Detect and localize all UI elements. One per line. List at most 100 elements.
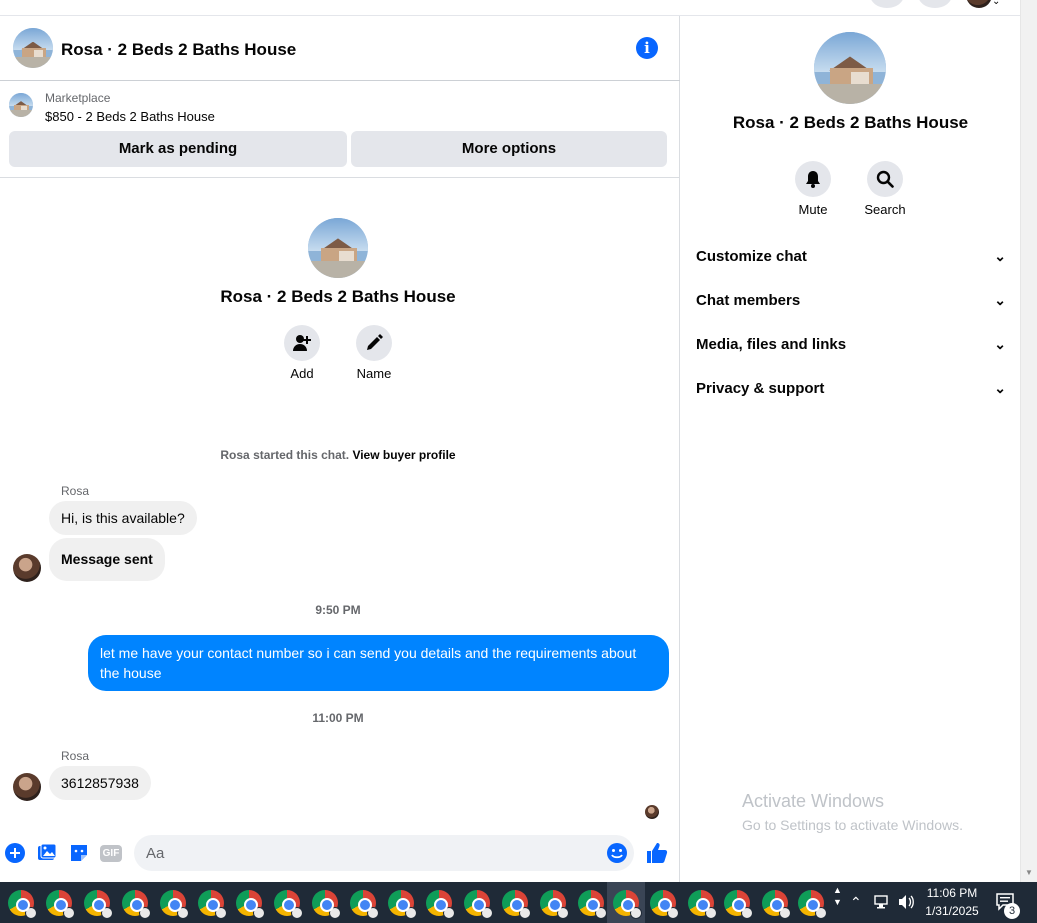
chrome-icon[interactable] (312, 890, 341, 919)
sender-avatar[interactable] (13, 773, 41, 801)
chat-panel: Rosa · 2 Beds 2 Baths House i Marketplac… (0, 16, 680, 882)
chat-started-text: Rosa started this chat. (220, 448, 350, 462)
sticker-icon[interactable] (68, 842, 90, 864)
section-chat-members[interactable]: Chat members ⌄ (696, 292, 1006, 312)
search-icon (876, 170, 894, 188)
section-title: Chat members (696, 292, 801, 309)
section-title: Customize chat (696, 248, 807, 265)
chrome-icon[interactable] (46, 890, 75, 919)
bell-icon (806, 171, 820, 188)
section-privacy-support[interactable]: Privacy & support ⌄ (696, 380, 1006, 400)
chevron-down-icon: ⌄ (994, 380, 1006, 396)
intro-avatar (308, 218, 368, 278)
listing-title[interactable]: $850 - 2 Beds 2 Baths House (45, 109, 215, 124)
search-label: Search (864, 202, 906, 217)
windows-taskbar: ▲ ▼ ⌃ 11:06 PM 1/31/2025 3 (0, 882, 1037, 923)
chrome-icon[interactable] (613, 890, 642, 919)
thumbs-up-icon[interactable] (645, 841, 669, 865)
network-icon[interactable] (874, 894, 892, 915)
chrome-icon[interactable] (578, 890, 607, 919)
incoming-message[interactable]: Hi, is this available? (49, 501, 197, 535)
incoming-message[interactable]: 3612857938 (49, 766, 151, 800)
chrome-icon[interactable] (688, 890, 717, 919)
top-strip: ⌄ (0, 0, 1020, 16)
chrome-icon[interactable] (464, 890, 493, 919)
add-people-button[interactable] (284, 325, 320, 361)
search-button[interactable] (867, 161, 903, 197)
chat-title[interactable]: Rosa · 2 Beds 2 Baths House (61, 40, 296, 60)
gif-label: GIF (99, 844, 123, 862)
section-title: Media, files and links (696, 336, 847, 353)
chrome-icon[interactable] (274, 890, 303, 919)
chrome-icon[interactable] (388, 890, 417, 919)
conversation-details-panel: Rosa · 2 Beds 2 Baths House Mute Search … (681, 16, 1020, 882)
profile-avatar[interactable] (966, 0, 992, 8)
activate-windows-subtitle: Go to Settings to activate Windows. (742, 817, 963, 833)
sender-avatar[interactable] (13, 554, 41, 582)
chat-avatar[interactable] (13, 28, 53, 68)
chrome-icon[interactable] (650, 890, 679, 919)
chat-started-notice: Rosa started this chat. View buyer profi… (0, 448, 676, 462)
chrome-icon[interactable] (540, 890, 569, 919)
chrome-icon[interactable] (8, 890, 37, 919)
timestamp: 9:50 PM (315, 603, 361, 617)
add-person-icon (293, 335, 311, 351)
chrome-icon[interactable] (762, 890, 791, 919)
volume-icon[interactable] (898, 894, 916, 915)
mute-button[interactable] (795, 161, 831, 197)
chrome-icon[interactable] (350, 890, 379, 919)
chevron-down-icon[interactable]: ⌄ (992, 0, 1000, 7)
notification-count-badge: 3 (1004, 903, 1020, 919)
section-title: Privacy & support (696, 380, 825, 397)
mute-label: Mute (798, 202, 828, 217)
top-nav-button[interactable] (870, 0, 904, 8)
show-hidden-icons-icon[interactable]: ⌃ (850, 894, 862, 911)
listing-source: Marketplace (45, 91, 111, 105)
photo-icon[interactable] (36, 842, 58, 864)
mark-as-pending-button[interactable]: Mark as pending (9, 131, 347, 167)
outgoing-message[interactable]: let me have your contact number so i can… (88, 635, 669, 691)
name-label: Name (356, 366, 392, 381)
taskbar-scroll-arrows-icon[interactable]: ▲ ▼ (833, 884, 842, 908)
chrome-icon[interactable] (84, 890, 113, 919)
edit-name-button[interactable] (356, 325, 392, 361)
details-avatar[interactable] (814, 32, 886, 104)
clock-date[interactable]: 1/31/2025 (920, 904, 984, 918)
info-icon[interactable]: i (636, 37, 658, 59)
divider (0, 177, 680, 178)
page-scrollbar[interactable]: ▼ (1020, 0, 1037, 882)
listing-thumbnail[interactable] (9, 93, 33, 117)
chevron-down-icon: ⌄ (994, 336, 1006, 352)
divider (0, 80, 680, 81)
more-options-button[interactable]: More options (351, 131, 667, 167)
chrome-icon[interactable] (236, 890, 265, 919)
chevron-down-icon: ⌄ (994, 292, 1006, 308)
chrome-icon[interactable] (198, 890, 227, 919)
scroll-down-arrow-icon[interactable]: ▼ (1025, 868, 1033, 877)
incoming-message[interactable]: Message sent (49, 538, 165, 581)
chrome-icon[interactable] (798, 890, 827, 919)
chrome-icon[interactable] (122, 890, 151, 919)
activate-windows-title: Activate Windows (742, 791, 885, 811)
section-customize-chat[interactable]: Customize chat ⌄ (696, 248, 1006, 268)
gif-icon[interactable]: GIF (99, 842, 123, 864)
plus-icon[interactable] (4, 842, 26, 864)
pencil-icon (367, 334, 383, 350)
details-title: Rosa · 2 Beds 2 Baths House (732, 113, 969, 132)
section-media-files-links[interactable]: Media, files and links ⌄ (696, 336, 1006, 356)
add-label: Add (290, 366, 314, 381)
view-buyer-profile-link[interactable]: View buyer profile (352, 448, 455, 462)
clock-time[interactable]: 11:06 PM (920, 886, 984, 900)
chrome-icon[interactable] (160, 890, 189, 919)
chrome-icon[interactable] (502, 890, 531, 919)
sender-name: Rosa (61, 749, 90, 763)
message-input[interactable] (134, 835, 634, 871)
timestamp: 11:00 PM (312, 711, 364, 725)
intro-title: Rosa · 2 Beds 2 Baths House (220, 287, 456, 306)
emoji-icon[interactable] (606, 842, 628, 864)
chrome-icon[interactable] (426, 890, 455, 919)
top-nav-button[interactable] (918, 0, 952, 8)
read-receipt-avatar (645, 805, 659, 819)
chrome-icon[interactable] (724, 890, 753, 919)
chevron-down-icon: ⌄ (994, 248, 1006, 264)
